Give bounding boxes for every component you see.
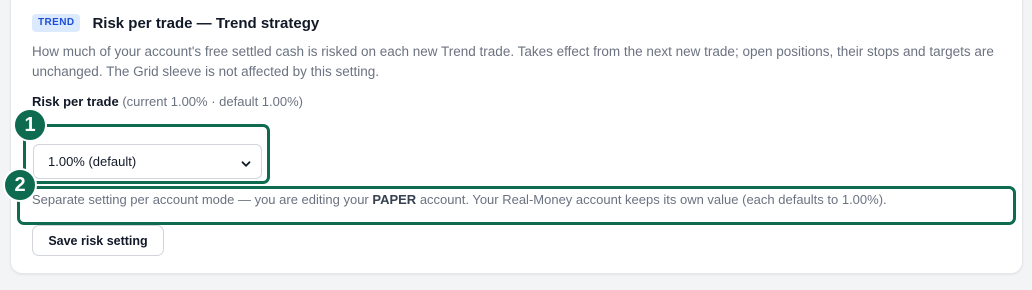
setting-description: How much of your account's free settled … [32, 44, 994, 79]
risk-select[interactable]: 1.00% (default) [33, 144, 262, 179]
note-text-before: Separate setting per account mode — you … [32, 192, 373, 207]
risk-field-label: Risk per trade (current 1.00% · default … [32, 94, 303, 109]
risk-select-value: 1.00% (default) [48, 154, 137, 169]
annotation-marker-2: 2 [3, 168, 37, 202]
account-mode: PAPER [372, 192, 417, 207]
risk-current-default: (current 1.00% · default 1.00%) [122, 94, 303, 109]
strategy-badge: TREND [32, 14, 81, 32]
account-mode-note: Separate setting per account mode — you … [32, 192, 887, 207]
card-title: Risk per trade — Trend strategy [92, 14, 320, 32]
chevron-down-icon [241, 157, 251, 167]
risk-label: Risk per trade [32, 94, 119, 109]
card-header: TREND Risk per trade — Trend strategy [32, 14, 319, 32]
risk-settings-card: TREND Risk per trade — Trend strategy Ho… [10, 0, 1023, 274]
annotation-marker-1: 1 [13, 108, 47, 142]
note-text-after: account. Your Real-Money account keeps i… [416, 192, 887, 207]
save-risk-button[interactable]: Save risk setting [32, 225, 164, 256]
